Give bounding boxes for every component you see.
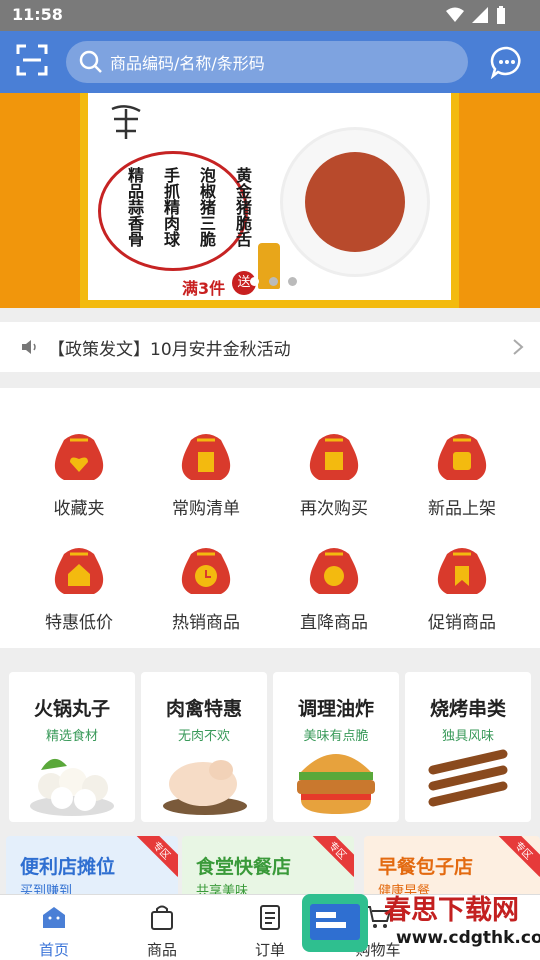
list-bag-icon	[181, 434, 231, 480]
notice-bar[interactable]: 【政策发文】10月安井金秋活动	[0, 322, 540, 372]
quick-menu-favorites[interactable]: 收藏夹	[24, 426, 134, 536]
shopping-bag-icon	[151, 905, 173, 930]
quick-menu-promo[interactable]: 促销商品	[407, 540, 517, 650]
search-icon	[79, 50, 102, 73]
battery-icon	[497, 6, 505, 24]
tab-home[interactable]: 首页	[14, 903, 94, 960]
burger-image	[297, 754, 375, 814]
status-icons	[446, 6, 506, 24]
promo-banner[interactable]: 精品蒜香骨 手抓精肉球 泡椒猪三脆 黄金猪脆舌 满3件 送	[0, 93, 540, 308]
category-title: 烧烤串类	[429, 698, 506, 720]
skewers-image	[428, 749, 508, 807]
heart-bag-icon	[54, 434, 104, 480]
quick-menu-label: 特惠低价	[45, 613, 113, 633]
chevron-right-icon	[513, 339, 524, 355]
category-card-bbq[interactable]: 烧烤串类 独具风味	[405, 672, 531, 822]
quick-menu-label: 促销商品	[428, 613, 496, 633]
search-placeholder: 商品编码/名称/条形码	[110, 54, 265, 73]
zone-title: 早餐包子店	[378, 856, 474, 878]
bookmark-bag-icon	[437, 548, 487, 594]
status-time: 11:58	[12, 5, 63, 24]
brand-logo-icon	[111, 105, 141, 139]
banner-card: 精品蒜香骨 手抓精肉球 泡椒猪三脆 黄金猪脆舌 满3件 送	[80, 93, 459, 308]
quick-menu-new[interactable]: 新品上架	[407, 426, 517, 536]
zone-convenience[interactable]: 便利店摊位 买到赚到 专区	[6, 836, 178, 894]
zone-breakfast[interactable]: 早餐包子店 健康早餐 专区	[364, 836, 540, 894]
category-title: 火锅丸子	[33, 698, 110, 720]
banner-menu: 精品蒜香骨 手抓精肉球 泡椒猪三脆 黄金猪脆舌	[108, 165, 252, 249]
upload-bag-icon	[437, 434, 487, 480]
quick-menu-discount[interactable]: 特惠低价	[24, 540, 134, 650]
watermark-url: www.cdgthk.com	[396, 928, 540, 948]
zone-subtitle: 共享美味	[196, 884, 249, 894]
search-bar[interactable]: 商品编码/名称/条形码	[66, 41, 468, 83]
banner-promo-text: 满3件	[182, 279, 226, 298]
quick-menu-label: 直降商品	[300, 613, 368, 633]
signal-icon	[472, 7, 488, 23]
speaker-icon	[22, 340, 36, 354]
notice-text: 【政策发文】10月安井金秋活动	[48, 339, 291, 360]
quick-menu-price-drop[interactable]: 直降商品	[279, 540, 389, 650]
carousel-dot[interactable]	[269, 277, 278, 286]
zone-tag: 专区	[135, 836, 178, 877]
zone-tag: 专区	[497, 836, 540, 877]
tab-label: 订单	[254, 941, 285, 959]
zone-strip: 便利店摊位 买到赚到 专区 食堂快餐店 共享美味 专区 早餐包子店 健康早餐 专…	[0, 836, 540, 894]
carousel-dot[interactable]	[288, 277, 297, 286]
category-card-poultry[interactable]: 肉禽特惠 无肉不欢	[141, 672, 267, 822]
category-title: 肉禽特惠	[165, 698, 242, 720]
zone-canteen[interactable]: 食堂快餐店 共享美味 专区	[182, 836, 354, 894]
watermark: 春思下载网 www.cdgthk.com	[300, 888, 540, 960]
watermark-logo-icon	[302, 894, 368, 952]
tab-label: 商品	[146, 941, 177, 959]
scan-icon[interactable]	[16, 44, 48, 76]
tab-label: 首页	[38, 941, 69, 959]
quick-menu-label: 常购清单	[172, 499, 240, 519]
tab-products[interactable]: 商品	[122, 903, 202, 960]
quick-menu-label: 收藏夹	[53, 499, 105, 519]
clock-bag-icon	[181, 548, 231, 594]
menu-item: 手抓精肉球	[161, 167, 180, 247]
document-icon	[260, 905, 280, 930]
category-card-fried[interactable]: 调理油炸 美味有点脆	[273, 672, 399, 822]
zone-title: 便利店摊位	[20, 856, 116, 878]
quick-menu-frequent[interactable]: 常购清单	[151, 426, 261, 536]
category-title: 调理油炸	[297, 698, 374, 720]
quick-menu-label: 热销商品	[172, 613, 240, 633]
quick-menu-label: 再次购买	[300, 499, 368, 519]
quick-menu-grid: 收藏夹 常购清单 再次购买 新品上架 特惠低价 热销商品 直降商品 促销商品	[0, 388, 540, 648]
menu-item: 精品蒜香骨	[125, 167, 144, 247]
top-header: 商品编码/名称/条形码	[0, 31, 540, 93]
food-plate-image	[280, 127, 430, 277]
watermark-brand: 春思下载网	[384, 895, 519, 926]
quick-menu-label: 新品上架	[428, 499, 496, 519]
meatballs-image	[30, 758, 114, 816]
chicken-image	[163, 760, 247, 815]
message-icon[interactable]	[490, 45, 524, 79]
carousel-dots[interactable]	[250, 277, 297, 286]
category-card-hotpot[interactable]: 火锅丸子 精选食材	[9, 672, 135, 822]
zone-tag: 专区	[311, 836, 354, 877]
cart-bag-icon	[309, 434, 359, 480]
category-cards: 火锅丸子 精选食材 肉禽特惠 无肉不欢 调理油炸 美味有点脆 烧烤串类 独具风味	[0, 660, 540, 830]
quick-menu-rebuy[interactable]: 再次购买	[279, 426, 389, 536]
home-icon	[43, 907, 65, 928]
badge-bag-icon	[309, 548, 359, 594]
wifi-icon	[446, 7, 464, 22]
quick-menu-hot[interactable]: 热销商品	[151, 540, 261, 650]
status-bar: 11:58	[0, 0, 540, 31]
carousel-dot[interactable]	[250, 277, 259, 286]
menu-item: 黄金猪脆舌	[233, 167, 252, 247]
tab-orders[interactable]: 订单	[230, 903, 310, 960]
zone-title: 食堂快餐店	[196, 856, 292, 878]
menu-item: 泡椒猪三脆	[197, 167, 216, 247]
store-bag-icon	[54, 548, 104, 594]
zone-subtitle: 买到赚到	[20, 884, 73, 894]
